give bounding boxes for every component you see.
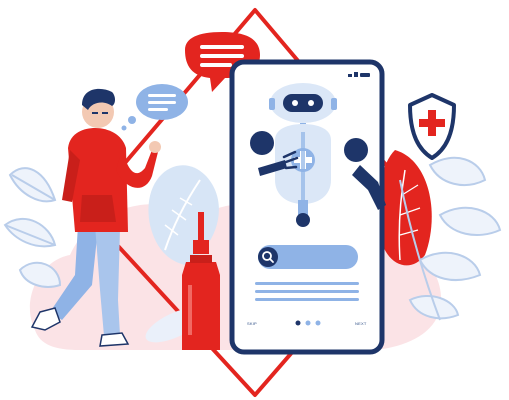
pagination-dot[interactable] bbox=[305, 320, 311, 326]
phone-mockup: SKIP NEXT bbox=[229, 59, 386, 355]
pagination-dot[interactable] bbox=[315, 320, 321, 326]
telemedicine-illustration: SKIP NEXT bbox=[0, 0, 509, 400]
skip-label[interactable]: SKIP bbox=[247, 321, 257, 326]
next-label[interactable]: NEXT bbox=[355, 321, 367, 326]
illustration-canvas: SKIP NEXT bbox=[3, 8, 502, 397]
text-placeholder-lines bbox=[255, 282, 359, 301]
pagination-dot-active[interactable] bbox=[295, 320, 301, 326]
pagination-dots bbox=[295, 320, 321, 326]
search-input[interactable] bbox=[258, 245, 358, 269]
shield-plus-icon bbox=[408, 93, 456, 160]
left-leaf-cluster bbox=[3, 167, 62, 288]
red-leaf-right bbox=[378, 150, 432, 266]
chat-bubble-icon-left bbox=[121, 84, 188, 131]
